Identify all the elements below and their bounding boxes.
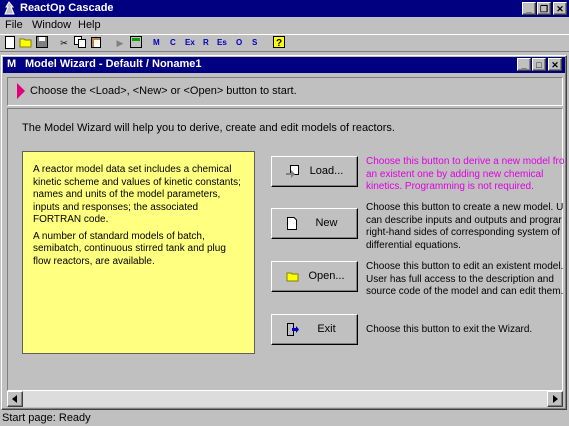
tool-c[interactable]: C <box>170 38 176 47</box>
tool-s[interactable]: S <box>252 38 257 47</box>
restore-icon[interactable]: ❐ <box>537 2 551 15</box>
open-label: Open... <box>308 270 345 282</box>
load-desc-line: Choose this button to derive a new model… <box>366 156 565 167</box>
app-title: ReactOp Cascade <box>20 2 114 14</box>
tool-r[interactable]: R <box>203 38 209 47</box>
load-description: Choose this button to derive a new model… <box>366 156 566 194</box>
new-desc-line: Choose this button to create a new model… <box>366 202 564 213</box>
paste-icon[interactable] <box>89 36 103 50</box>
child-close-icon[interactable]: ✕ <box>548 58 562 71</box>
status-bar: Start page: Ready <box>0 412 569 426</box>
scroll-left-icon[interactable] <box>7 391 23 407</box>
open-desc-line: Choose this button to edit an existent m… <box>366 261 564 272</box>
exit-button[interactable]: Exit <box>271 314 358 345</box>
open-button[interactable]: Open... <box>271 261 358 292</box>
menu-window[interactable]: Window <box>32 19 71 31</box>
load-button[interactable]: Load... <box>271 156 358 187</box>
info-paragraph-2: A number of standard models of batch, se… <box>33 230 226 267</box>
exit-description: Choose this button to exit the Wizard. <box>366 324 566 337</box>
tool-ex[interactable]: Ex <box>185 38 195 47</box>
menu-file[interactable]: File <box>5 19 23 31</box>
close-icon[interactable]: ✕ <box>553 2 567 15</box>
app-title-bar: ReactOp Cascade _ ❐ ✕ <box>0 0 569 17</box>
horizontal-scrollbar[interactable] <box>7 391 563 407</box>
new-desc-line: can describe inputs and outputs and prog… <box>366 214 562 226</box>
new-desc-line: right-hand sides of corresponding system… <box>366 227 560 238</box>
new-desc-line: differential equations. <box>366 239 461 251</box>
new-button[interactable]: New <box>271 208 358 239</box>
cut-icon[interactable]: ✂ <box>57 36 71 50</box>
status-text: Start page: Ready <box>2 412 91 424</box>
exit-desc-line: Choose this button to exit the Wizard. <box>366 324 533 335</box>
open-desc-line: source code of the model and can edit th… <box>366 286 564 297</box>
copy-icon[interactable] <box>73 36 87 50</box>
new-label: New <box>315 217 338 229</box>
new-file-icon[interactable] <box>3 36 17 50</box>
load-desc-line: an existent one by adding new chemical <box>366 168 544 180</box>
child-title: Model Wizard - Default / Noname1 <box>25 58 202 70</box>
child-maximize-icon[interactable]: □ <box>532 58 546 71</box>
run-icon[interactable]: ▶ <box>113 36 127 50</box>
exit-label: Exit <box>317 323 336 335</box>
app-icon <box>2 1 17 16</box>
open-desc-line: User has full access to the description … <box>366 273 554 285</box>
child-title-bar: M Model Wizard - Default / Noname1 _ □ ✕ <box>3 57 565 73</box>
menu-help[interactable]: Help <box>78 19 101 31</box>
open-folder-icon[interactable] <box>19 36 33 50</box>
help-icon[interactable]: ? <box>272 36 286 50</box>
svg-text:?: ? <box>276 38 282 48</box>
tool-m[interactable]: M <box>153 38 160 47</box>
save-icon[interactable] <box>35 36 49 50</box>
info-panel: A reactor model data set includes a chem… <box>22 151 255 354</box>
load-desc-line: kinetics. Programming is not required. <box>366 181 534 192</box>
load-label: Load... <box>309 165 344 177</box>
child-icon: M <box>7 58 17 70</box>
tool-o[interactable]: O <box>236 38 242 47</box>
intro-text: The Model Wizard will help you to derive… <box>22 122 395 134</box>
scroll-right-icon[interactable] <box>547 391 563 407</box>
new-description: Choose this button to create a new model… <box>366 202 566 252</box>
info-paragraph-1: A reactor model data set includes a chem… <box>33 164 241 225</box>
toolbar: ✂ ▶ M C Ex R Es O S ? <box>0 34 569 52</box>
hint-bar: Choose the <Load>, <New> or <Open> butto… <box>7 77 563 106</box>
hint-text: Choose the <Load>, <New> or <Open> butto… <box>30 85 297 97</box>
tool-es[interactable]: Es <box>217 38 227 47</box>
minimize-icon[interactable]: _ <box>522 2 536 15</box>
arrow-right-icon <box>16 83 26 102</box>
open-description: Choose this button to edit an existent m… <box>366 261 566 299</box>
menu-bar: File Window Help <box>0 17 569 34</box>
calculator-icon[interactable] <box>129 36 143 50</box>
child-minimize-icon[interactable]: _ <box>517 58 531 71</box>
